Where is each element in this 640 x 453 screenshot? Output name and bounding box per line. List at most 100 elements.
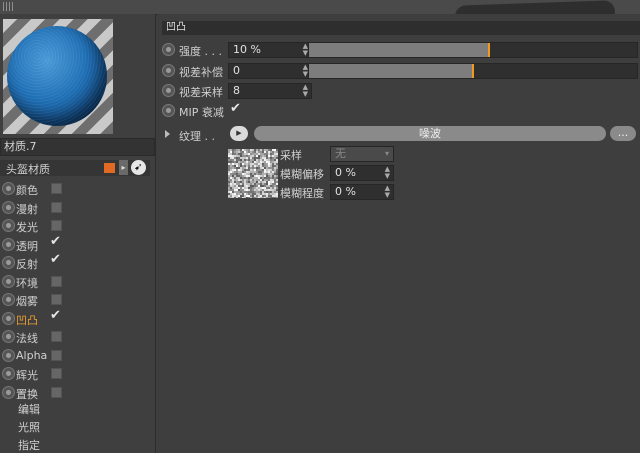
channel-radio[interactable] bbox=[2, 385, 15, 399]
channel-item[interactable]: 环境 bbox=[0, 273, 150, 291]
channel-radio[interactable] bbox=[2, 367, 15, 380]
sample-dropdown[interactable]: 无 ▾ bbox=[330, 146, 394, 162]
parallax-offset-slider[interactable] bbox=[308, 63, 638, 79]
blur-scale-field[interactable]: 0 % ▲ ▼ bbox=[330, 184, 394, 200]
parallax-samples-label: 视差采样 bbox=[179, 86, 223, 99]
material-header-row: 头盔材质 ▸ ➹ bbox=[0, 160, 150, 176]
blur-scale-label: 模糊程度 bbox=[280, 187, 324, 200]
channel-checkbox[interactable] bbox=[51, 183, 62, 194]
mip-falloff-animate-radio[interactable] bbox=[162, 104, 175, 117]
channel-item[interactable]: 颜色 bbox=[0, 180, 150, 198]
slider-handle[interactable] bbox=[472, 64, 474, 78]
channel-label: 凹凸 bbox=[16, 313, 38, 327]
channel-label: 透明 bbox=[16, 239, 38, 253]
channel-radio[interactable] bbox=[2, 237, 15, 251]
channel-checkbox[interactable] bbox=[51, 220, 62, 231]
channel-checkbox[interactable] bbox=[51, 368, 62, 379]
sidebar-item-assign[interactable]: 指定 bbox=[18, 437, 40, 453]
parallax-offset-animate-radio[interactable] bbox=[162, 64, 175, 77]
channel-checkbox[interactable] bbox=[51, 349, 62, 361]
channel-item[interactable]: Alpha bbox=[0, 347, 150, 365]
channel-radio[interactable] bbox=[2, 274, 15, 288]
slider-handle[interactable] bbox=[488, 43, 490, 57]
channel-radio[interactable] bbox=[2, 311, 15, 325]
channel-label: 置换 bbox=[16, 387, 38, 401]
channel-label: 环境 bbox=[16, 276, 38, 290]
channel-item[interactable]: 辉光 bbox=[0, 365, 150, 383]
sidebar-item-edit[interactable]: 编辑 bbox=[18, 401, 40, 417]
channel-item[interactable]: 烟雾 bbox=[0, 291, 150, 309]
mip-falloff-checkbox[interactable]: ✔ bbox=[230, 101, 241, 116]
channel-label: 发光 bbox=[16, 221, 38, 234]
slider-fill bbox=[309, 64, 473, 78]
parallax-offset-row: 视差补偿 0 ▲ ▼ bbox=[158, 62, 638, 80]
play-icon[interactable]: ▸ bbox=[119, 160, 128, 175]
channel-checkbox[interactable] bbox=[51, 294, 62, 305]
channel-item[interactable]: 置换 bbox=[0, 384, 150, 402]
channel-label: 烟雾 bbox=[16, 295, 38, 308]
blur-offset-field[interactable]: 0 % ▲ ▼ bbox=[330, 165, 394, 181]
color-swatch[interactable] bbox=[104, 163, 115, 173]
expand-triangle-icon[interactable] bbox=[165, 130, 170, 138]
sample-row: 采样 无 ▾ bbox=[280, 146, 400, 162]
texture-more-button[interactable]: ... bbox=[610, 126, 636, 141]
channel-label: 法线 bbox=[16, 332, 38, 345]
grip-icon[interactable] bbox=[3, 2, 13, 11]
parallax-samples-animate-radio[interactable] bbox=[162, 84, 175, 97]
strength-field[interactable]: 10 % ▲ ▼ bbox=[228, 42, 312, 58]
properties-panel: 凹凸 强度 . . . 10 % ▲ ▼ 视差补偿 0 ▲ ▼ 视差采样 8 ▲… bbox=[158, 14, 640, 453]
material-header-label: 头盔材质 bbox=[6, 163, 50, 176]
channel-label: 漫射 bbox=[16, 202, 38, 216]
channel-checkbox-checked[interactable]: ✔ bbox=[50, 234, 61, 249]
channel-radio[interactable] bbox=[2, 219, 15, 232]
channel-radio[interactable] bbox=[2, 182, 15, 195]
strength-row: 强度 . . . 10 % ▲ ▼ bbox=[158, 41, 638, 59]
parallax-samples-field[interactable]: 8 ▲ ▼ bbox=[228, 83, 312, 99]
parallax-offset-field[interactable]: 0 ▲ ▼ bbox=[228, 63, 312, 79]
channel-radio[interactable] bbox=[2, 256, 15, 269]
strength-slider[interactable] bbox=[308, 42, 638, 58]
channel-radio[interactable] bbox=[2, 293, 15, 306]
blur-scale-row: 模糊程度 0 % ▲ ▼ bbox=[280, 184, 400, 200]
pointer-icon[interactable]: ➹ bbox=[131, 160, 146, 175]
channel-item[interactable]: 凹凸 ✔ bbox=[0, 308, 150, 328]
channel-radio[interactable] bbox=[2, 330, 15, 343]
chevron-down-icon: ▾ bbox=[384, 149, 389, 158]
spinner-icon[interactable]: ▲ ▼ bbox=[385, 166, 390, 180]
channel-item[interactable]: 透明 ✔ bbox=[0, 234, 150, 254]
section-title: 凹凸 bbox=[162, 21, 640, 35]
spinner-icon[interactable]: ▲ ▼ bbox=[303, 84, 308, 98]
material-name-field[interactable]: 材质.7 bbox=[0, 138, 155, 156]
channel-checkbox[interactable] bbox=[51, 201, 62, 213]
channel-item[interactable]: 漫射 bbox=[0, 199, 150, 217]
channel-checkbox[interactable] bbox=[51, 386, 62, 398]
blur-offset-value: 0 % bbox=[335, 166, 356, 179]
channel-label: 辉光 bbox=[16, 369, 38, 382]
preview-sphere bbox=[7, 26, 107, 126]
blur-scale-value: 0 % bbox=[335, 185, 356, 198]
texture-label: 纹理 . . bbox=[179, 130, 215, 143]
channel-item[interactable]: 反射 ✔ bbox=[0, 252, 150, 272]
texture-shader-button[interactable]: 噪波 bbox=[254, 126, 606, 141]
sample-label: 采样 bbox=[280, 149, 302, 162]
material-sidebar: 材质.7 头盔材质 ▸ ➹ 颜色漫射发光透明 ✔ 反射 ✔ 环境烟雾凹凸 ✔ 法线 Alpha… bbox=[0, 14, 156, 453]
channel-radio[interactable] bbox=[2, 348, 15, 362]
channel-checkbox-checked[interactable]: ✔ bbox=[50, 308, 61, 323]
channel-checkbox[interactable] bbox=[51, 275, 62, 287]
noise-thumbnail[interactable] bbox=[228, 149, 278, 198]
channel-item[interactable]: 发光 bbox=[0, 217, 150, 235]
spinner-icon[interactable]: ▲ ▼ bbox=[385, 185, 390, 199]
material-preview[interactable] bbox=[3, 19, 113, 134]
blur-offset-row: 模糊偏移 0 % ▲ ▼ bbox=[280, 165, 400, 181]
channel-checkbox[interactable] bbox=[51, 331, 62, 342]
sidebar-item-lighting[interactable]: 光照 bbox=[18, 419, 40, 435]
channel-label: 反射 bbox=[16, 258, 38, 271]
channel-label: Alpha bbox=[16, 348, 48, 362]
mip-falloff-row: MIP 衰减 ✔ bbox=[158, 101, 638, 120]
channel-checkbox-checked[interactable]: ✔ bbox=[50, 252, 61, 267]
strength-animate-radio[interactable] bbox=[162, 43, 175, 56]
channel-radio[interactable] bbox=[2, 200, 15, 214]
play-icon[interactable]: ▶ bbox=[230, 126, 248, 141]
parallax-offset-label: 视差补偿 bbox=[179, 66, 223, 79]
channel-item[interactable]: 法线 bbox=[0, 328, 150, 346]
